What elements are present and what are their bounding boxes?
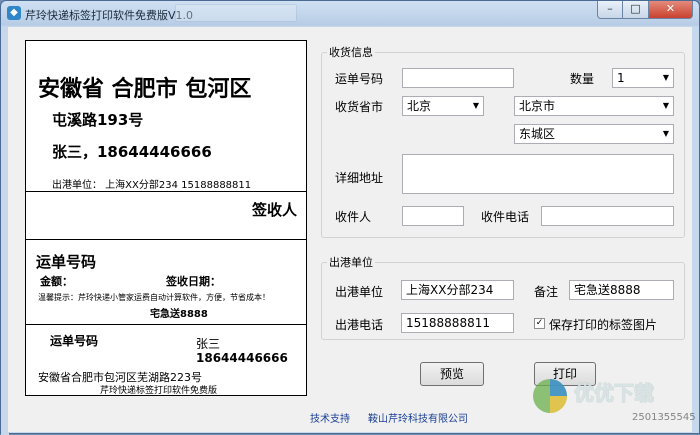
outbound-phone-input[interactable]: 15188888811 xyxy=(401,313,514,333)
province-label: 收货省市 xyxy=(335,100,384,114)
city-select[interactable]: 北京市 ▼ xyxy=(514,96,674,116)
chevron-down-icon: ▼ xyxy=(662,129,669,138)
label-recipient: 张三，18644446666 xyxy=(52,143,212,161)
label-preview: 安徽省 合肥市 包河区 屯溪路193号 张三，18644446666 出港单位：… xyxy=(25,40,307,396)
province-select-value: 北京 xyxy=(407,99,432,113)
save-image-checkbox[interactable]: ✓ xyxy=(534,318,545,329)
title-bar[interactable]: ◆ 芹玲快递标签打印软件免费版V1.0 – □ ✕ xyxy=(1,1,699,27)
label-divider xyxy=(26,239,306,240)
company-link[interactable]: 鞍山芹玲科技有限公司 xyxy=(368,410,468,425)
outbound-legend: 出港单位 xyxy=(327,254,375,270)
close-button[interactable]: ✕ xyxy=(649,1,693,19)
label-stub-phone: 18644446666 xyxy=(196,351,288,365)
label-waybill-title: 运单号码 xyxy=(36,253,97,271)
preview-button[interactable]: 预览 xyxy=(420,362,484,386)
label-tip: 温馨提示：芹玲快递小管家运费自动计算软件，方便，节省成本！ xyxy=(38,293,270,302)
district-select-value: 东城区 xyxy=(519,127,556,141)
receive-info-legend: 收货信息 xyxy=(327,44,375,60)
quantity-label: 数量 xyxy=(570,72,595,86)
waybill-label: 运单号码 xyxy=(335,72,384,86)
watermark-logo-icon xyxy=(550,396,567,413)
outbound-unit-input[interactable]: 上海XX分部234 xyxy=(401,280,514,300)
window-title: 芹玲快递标签打印软件免费版V1.0 xyxy=(25,9,194,22)
minimize-button[interactable]: – xyxy=(597,1,623,19)
quantity-select-value: 1 xyxy=(617,71,625,85)
city-select-value: 北京市 xyxy=(519,99,556,113)
label-stub-footer: 芹玲快递标签打印软件免费版 xyxy=(100,386,218,396)
label-origin: 出港单位： 上海XX分部234 15188888811 xyxy=(52,180,252,191)
watermark-qq: 2501355545 xyxy=(632,412,696,423)
watermark-logo: 优优下载 2501355545 xyxy=(533,379,696,423)
label-sign-title: 签收人 xyxy=(252,201,298,219)
maximize-button[interactable]: □ xyxy=(623,1,649,19)
label-province-city: 安徽省 合肥市 包河区 xyxy=(38,77,252,102)
address-textarea[interactable] xyxy=(402,154,674,194)
chevron-down-icon: ▼ xyxy=(472,101,479,110)
label-stub-waybill: 运单号码 xyxy=(50,334,99,348)
save-image-label: 保存打印的标签图片 xyxy=(549,318,658,332)
label-street: 屯溪路193号 xyxy=(52,111,144,129)
recipient-phone-label: 收件电话 xyxy=(481,210,530,224)
background-window-tab xyxy=(175,4,297,22)
province-select[interactable]: 北京 ▼ xyxy=(402,96,484,116)
recipient-phone-input[interactable] xyxy=(541,206,674,226)
waybill-input[interactable] xyxy=(402,68,514,88)
recipient-input[interactable] xyxy=(402,206,464,226)
remark-label: 备注 xyxy=(534,285,559,299)
app-icon: ◆ xyxy=(7,6,21,20)
watermark-logo-icon xyxy=(550,379,567,396)
label-remark: 宅急送8888 xyxy=(150,309,208,320)
chevron-down-icon: ▼ xyxy=(662,101,669,110)
district-select[interactable]: 东城区 ▼ xyxy=(514,124,674,144)
support-link[interactable]: 技术支持 xyxy=(310,410,350,425)
watermark-brand: 优优下载 xyxy=(574,381,654,405)
outbound-phone-label: 出港电话 xyxy=(335,318,384,332)
remark-input[interactable]: 宅急送8888 xyxy=(569,280,674,300)
label-divider xyxy=(26,324,306,325)
chevron-down-icon: ▼ xyxy=(662,73,669,82)
quantity-select[interactable]: 1 ▼ xyxy=(612,68,674,88)
caption-buttons: – □ ✕ xyxy=(597,1,693,21)
address-label: 详细地址 xyxy=(335,171,384,185)
label-sign-date: 签收日期： xyxy=(166,275,221,288)
label-stub-name: 张三 xyxy=(196,337,221,351)
recipient-label: 收件人 xyxy=(335,210,372,224)
outbound-unit-label: 出港单位 xyxy=(335,285,384,299)
label-divider xyxy=(26,191,306,192)
label-amount: 金额： xyxy=(40,275,73,288)
